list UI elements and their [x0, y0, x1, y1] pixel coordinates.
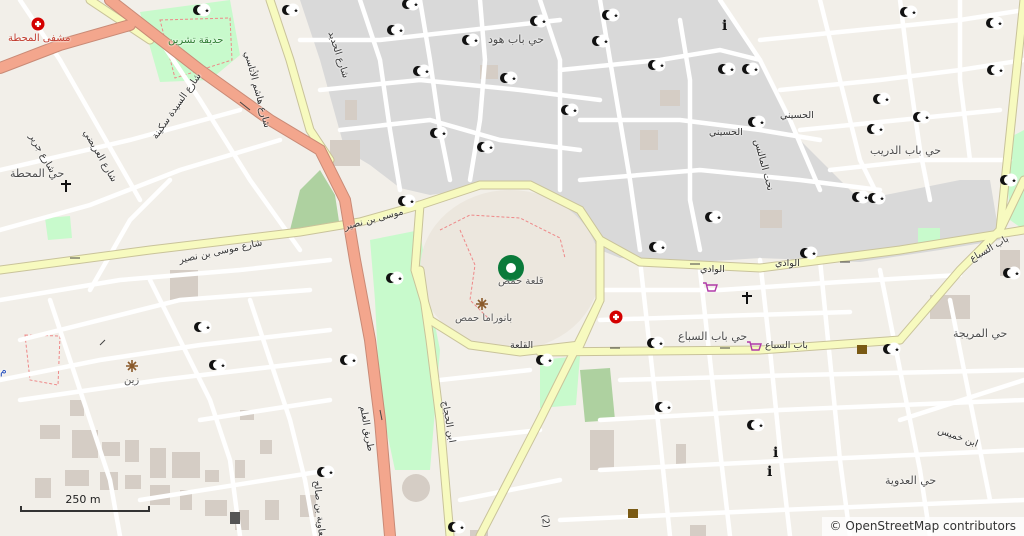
hussaini-label-2: الحسيني	[780, 110, 814, 121]
wadi-label-2: الوادي	[775, 258, 800, 269]
hussaini-label-1: الحسيني	[709, 127, 743, 138]
copyright-symbol: ©	[829, 519, 842, 533]
hay-muraija-label: حي المريجة	[953, 327, 1008, 340]
hay-bab-dreib-label: حي باب الدريب	[870, 144, 942, 157]
panorama-label: بانوراما حمص	[455, 313, 513, 324]
wadi-label-1: الوادي	[700, 264, 725, 275]
bab-siba-road-label: باب السباع	[765, 340, 808, 351]
hay-bab-siba-label: حي باب السباع	[678, 330, 748, 343]
hay-bab-hud-label: حي باب هود	[488, 33, 545, 46]
scale-line	[20, 506, 150, 512]
zein-label: زين	[124, 375, 140, 386]
panorama-icon	[126, 298, 488, 372]
qalaa-street-label: القلعة	[510, 340, 534, 351]
citadel-label: قلعة حمص	[498, 276, 544, 287]
mosque-icons	[193, 0, 1021, 534]
svg-text:i: i	[767, 464, 772, 480]
library-icons	[628, 345, 867, 518]
hay-adawiya-label: حي العدوية	[885, 474, 937, 487]
two-paren-label: (2)	[539, 514, 552, 529]
attribution-link[interactable]: OpenStreetMap contributors	[845, 519, 1016, 533]
info-icons: i i i	[722, 18, 778, 480]
map-canvas[interactable]: i i i مشفى المحطة حديقة تشرين شارع هاشم …	[0, 0, 1024, 536]
svg-text:i: i	[773, 445, 778, 461]
hospital-label: مشفى المحطة	[8, 33, 71, 44]
scale-bar: 250 m	[16, 493, 150, 515]
svg-text:i: i	[722, 18, 727, 34]
poi-layer: i i i	[31, 0, 1021, 534]
hay-mahatta-label: حي المحطة	[10, 167, 65, 180]
attribution: © OpenStreetMap contributors	[821, 517, 1024, 536]
tishreen-garden-label: حديقة تشرين	[168, 35, 224, 46]
toilet-icon	[230, 512, 240, 524]
scale-label: 250 m	[65, 493, 101, 506]
edge-letter-label: م	[0, 364, 7, 377]
